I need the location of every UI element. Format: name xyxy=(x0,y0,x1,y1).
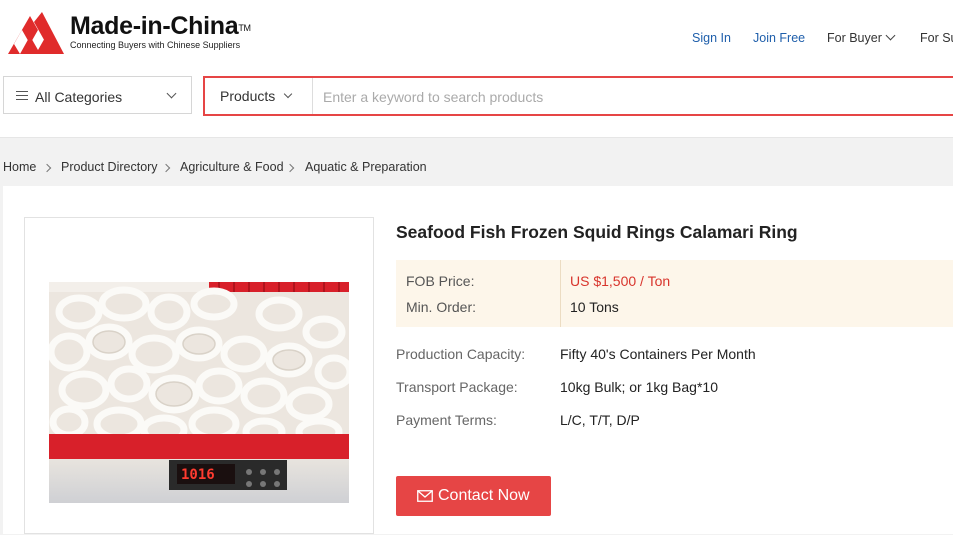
all-categories-label: All Categories xyxy=(35,89,123,105)
for-supplier-menu[interactable]: For Su xyxy=(920,31,953,45)
contact-now-button[interactable]: Contact Now xyxy=(396,476,551,516)
min-order-value: 10 Tons xyxy=(570,299,619,315)
breadcrumb-aquatic-preparation[interactable]: Aquatic & Preparation xyxy=(305,160,427,174)
search-type-dropdown[interactable]: Products xyxy=(205,78,313,114)
search-bar: Products xyxy=(203,76,953,116)
search-type-label: Products xyxy=(220,88,276,104)
search-input[interactable] xyxy=(321,84,925,110)
transport-package-value: 10kg Bulk; or 1kg Bag*10 xyxy=(560,379,718,395)
contact-now-label: Contact Now xyxy=(438,487,530,504)
mail-icon xyxy=(417,490,433,502)
chevron-down-icon xyxy=(166,88,177,99)
payment-terms-value: L/C, T/T, D/P xyxy=(560,412,640,428)
scale-readout: 1016 xyxy=(181,467,215,483)
production-capacity-label: Production Capacity: xyxy=(396,346,526,362)
fob-price-value: US $1,500 / Ton xyxy=(570,273,671,289)
product-photo[interactable]: 1016 xyxy=(49,282,349,503)
site-logo[interactable]: Made-in-ChinaTM Connecting Buyers with C… xyxy=(8,12,251,56)
join-free-link[interactable]: Join Free xyxy=(753,31,805,45)
logo-trademark: TM xyxy=(238,23,251,33)
all-categories-dropdown[interactable]: All Categories xyxy=(3,76,192,114)
made-in-china-logo-icon xyxy=(8,12,64,54)
price-divider xyxy=(560,260,561,327)
chevron-down-icon xyxy=(283,89,293,99)
for-buyer-menu[interactable]: For Buyer xyxy=(827,30,896,45)
site-header: Made-in-ChinaTM Connecting Buyers with C… xyxy=(0,0,953,76)
price-box xyxy=(396,260,953,327)
min-order-label: Min. Order: xyxy=(406,299,477,315)
transport-package-label: Transport Package: xyxy=(396,379,518,395)
logo-tagline: Connecting Buyers with Chinese Suppliers xyxy=(70,40,241,50)
breadcrumb-agriculture-food[interactable]: Agriculture & Food xyxy=(180,160,284,174)
product-title: Seafood Fish Frozen Squid Rings Calamari… xyxy=(396,222,798,242)
breadcrumb-home[interactable]: Home xyxy=(3,160,36,174)
for-buyer-label: For Buyer xyxy=(827,31,882,45)
breadcrumb-product-directory[interactable]: Product Directory xyxy=(61,160,158,174)
menu-icon xyxy=(16,91,28,100)
production-capacity-value: Fifty 40's Containers Per Month xyxy=(560,346,756,362)
fob-price-label: FOB Price: xyxy=(406,273,475,289)
payment-terms-label: Payment Terms: xyxy=(396,412,497,428)
chevron-down-icon xyxy=(885,30,896,41)
sign-in-link[interactable]: Sign In xyxy=(692,31,731,45)
logo-title: Made-in-China xyxy=(70,12,239,40)
